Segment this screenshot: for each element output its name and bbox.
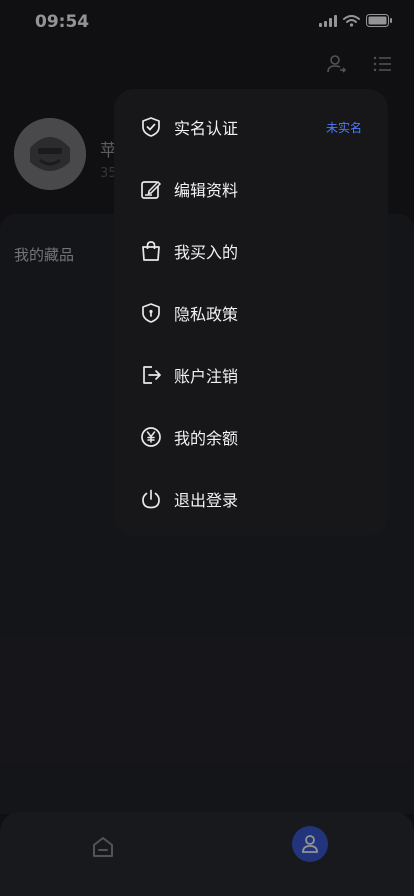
edit-icon	[141, 180, 162, 199]
menu-label-privacy: 隐私政策	[174, 305, 239, 324]
dropdown-menu: 实名认证 未实名 编辑资料 我买入的 隐私政策 账户注销 我的余额 退出登录	[114, 89, 388, 536]
shopping-bag-icon	[142, 241, 160, 261]
verify-status-badge: 未实名	[325, 120, 362, 135]
privacy-shield-icon	[142, 303, 160, 323]
menu-label-delete-account: 账户注销	[174, 367, 239, 386]
menu-label-logout: 退出登录	[174, 491, 239, 510]
menu-item-verify[interactable]: 实名认证 未实名	[114, 96, 388, 158]
menu-item-purchases[interactable]: 我买入的	[114, 220, 388, 282]
power-icon	[142, 489, 160, 509]
shield-check-icon	[142, 117, 160, 137]
menu-label-edit-profile: 编辑资料	[174, 181, 239, 200]
menu-item-privacy[interactable]: 隐私政策	[114, 282, 388, 344]
menu-item-edit-profile[interactable]: 编辑资料	[114, 158, 388, 220]
menu-label-purchases: 我买入的	[174, 243, 239, 262]
menu-label-verify: 实名认证	[174, 119, 239, 138]
menu-item-balance[interactable]: 我的余额	[114, 406, 388, 468]
yen-icon	[141, 427, 161, 447]
logout-icon	[143, 366, 161, 384]
menu-item-delete-account[interactable]: 账户注销	[114, 344, 388, 406]
menu-item-logout[interactable]: 退出登录	[114, 468, 388, 530]
menu-label-balance: 我的余额	[174, 429, 239, 448]
